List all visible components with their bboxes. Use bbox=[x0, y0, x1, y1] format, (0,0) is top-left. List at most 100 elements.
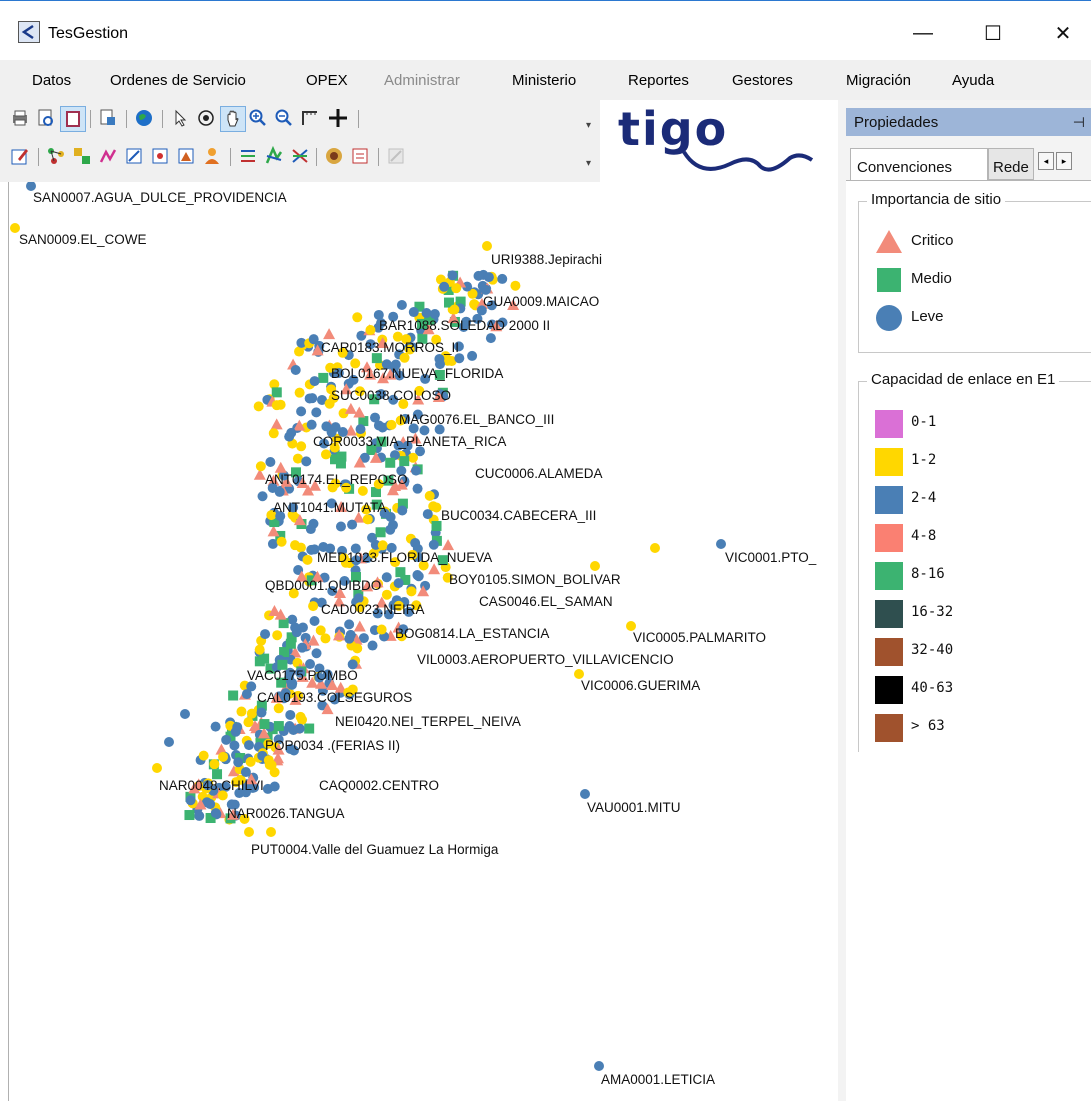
links-icon[interactable] bbox=[288, 144, 312, 168]
site-marker[interactable] bbox=[266, 827, 276, 837]
site-marker[interactable] bbox=[320, 449, 331, 460]
site-marker[interactable] bbox=[233, 757, 244, 768]
site-marker[interactable] bbox=[497, 273, 508, 284]
site-marker[interactable] bbox=[294, 387, 305, 398]
site-marker[interactable] bbox=[367, 640, 378, 651]
site-marker[interactable] bbox=[294, 723, 305, 734]
route-icon[interactable] bbox=[96, 144, 120, 168]
site-marker[interactable] bbox=[406, 586, 417, 597]
site-label[interactable]: NAR0048.CHILVI bbox=[159, 778, 264, 793]
site-marker[interactable] bbox=[467, 350, 478, 361]
site-marker[interactable] bbox=[320, 633, 331, 644]
site-marker[interactable] bbox=[439, 281, 450, 292]
site-label[interactable]: VIC0001.PTO_ bbox=[725, 550, 816, 565]
site-marker[interactable] bbox=[221, 734, 232, 745]
site-marker[interactable] bbox=[399, 456, 410, 467]
site-marker[interactable] bbox=[267, 538, 278, 549]
menu-gestores[interactable]: Gestores bbox=[732, 72, 793, 89]
site-marker[interactable] bbox=[290, 622, 301, 633]
site-marker[interactable] bbox=[393, 578, 404, 589]
site-marker[interactable] bbox=[424, 490, 435, 501]
site-marker[interactable] bbox=[257, 491, 268, 502]
site-marker[interactable] bbox=[377, 422, 388, 433]
site-label[interactable]: CUC0006.ALAMEDA bbox=[475, 466, 603, 481]
site-marker[interactable] bbox=[407, 452, 418, 463]
site-marker[interactable] bbox=[375, 527, 386, 538]
site-marker[interactable] bbox=[301, 456, 312, 467]
site-label[interactable]: NEI0420.NEI_TERPEL_NEIVA bbox=[335, 714, 521, 729]
site-marker[interactable] bbox=[650, 543, 660, 553]
add-node-icon[interactable] bbox=[70, 144, 94, 168]
site-marker[interactable] bbox=[295, 542, 306, 553]
site-marker[interactable] bbox=[308, 518, 319, 529]
menu-opex[interactable]: OPEX bbox=[306, 72, 348, 89]
site-label[interactable]: VAU0001.MITU bbox=[587, 800, 681, 815]
menu-ayuda[interactable]: Ayuda bbox=[952, 72, 994, 89]
site-marker[interactable] bbox=[385, 457, 396, 468]
target-icon[interactable] bbox=[194, 106, 218, 130]
site-marker[interactable] bbox=[431, 502, 442, 513]
site-label[interactable]: CAS0046.EL_SAMAN bbox=[479, 594, 613, 609]
site-marker[interactable] bbox=[209, 759, 220, 770]
site-marker[interactable] bbox=[302, 554, 313, 565]
site-marker[interactable] bbox=[185, 795, 196, 806]
site-label[interactable]: SAN0009.EL_COWE bbox=[19, 232, 147, 247]
site-marker[interactable] bbox=[285, 638, 296, 649]
site-marker[interactable] bbox=[210, 721, 221, 732]
site-marker[interactable] bbox=[229, 740, 240, 751]
site-marker[interactable] bbox=[184, 810, 195, 821]
site-label[interactable]: VIC0005.PALMARITO bbox=[633, 630, 766, 645]
site-label[interactable]: ANT0174.EL_REPOSO bbox=[265, 472, 408, 487]
menu-datos[interactable]: Datos bbox=[32, 72, 71, 89]
user-location-icon[interactable] bbox=[200, 144, 224, 168]
site-marker[interactable] bbox=[304, 393, 315, 404]
print-preview-icon[interactable] bbox=[34, 106, 58, 130]
site-marker[interactable] bbox=[397, 505, 408, 516]
site-label[interactable]: BUC0034.CABECERA_III bbox=[441, 508, 596, 523]
site-label[interactable]: MED1023.FLORIDA_NUEVA bbox=[317, 550, 492, 565]
site-marker[interactable] bbox=[228, 690, 239, 701]
edit-icon[interactable] bbox=[8, 144, 32, 168]
site-marker[interactable] bbox=[253, 401, 264, 412]
site-marker[interactable] bbox=[483, 272, 494, 283]
menu-ordenes-de-servicio[interactable]: Ordenes de Servicio bbox=[110, 72, 246, 89]
site-marker[interactable] bbox=[377, 540, 388, 551]
site-marker[interactable] bbox=[164, 737, 174, 747]
site-marker[interactable] bbox=[357, 485, 368, 496]
site-marker[interactable] bbox=[412, 483, 423, 494]
site-label[interactable]: MAG0076.EL_BANCO_III bbox=[399, 412, 554, 427]
site-marker[interactable] bbox=[428, 539, 439, 550]
tab-convenciones[interactable]: Convenciones bbox=[850, 148, 988, 180]
menu-ministerio[interactable]: Ministerio bbox=[512, 72, 576, 89]
site-marker[interactable] bbox=[194, 810, 205, 821]
site-marker[interactable] bbox=[422, 509, 433, 520]
tab-redes[interactable]: Rede bbox=[988, 148, 1034, 180]
site-label[interactable]: COR0033.VIA_PLANETA_RICA bbox=[313, 434, 506, 449]
site-marker[interactable] bbox=[473, 270, 484, 281]
export-icon[interactable] bbox=[96, 106, 120, 130]
print-icon[interactable] bbox=[8, 106, 32, 130]
site-marker[interactable] bbox=[318, 372, 329, 383]
site-marker[interactable] bbox=[482, 241, 492, 251]
site-label[interactable]: BOY0105.SIMON_BOLIVAR bbox=[449, 572, 621, 587]
site-marker[interactable] bbox=[451, 283, 462, 294]
site-marker[interactable] bbox=[309, 376, 320, 387]
site-label[interactable]: BAR1088.SOLEDAD 2000 II bbox=[379, 318, 550, 333]
site-label[interactable]: VAC0175.POMBO bbox=[247, 668, 358, 683]
site-label[interactable]: PUT0004.Valle del Guamuez La Hormiga bbox=[251, 842, 498, 857]
site-marker[interactable] bbox=[268, 604, 281, 616]
site-marker[interactable] bbox=[308, 601, 319, 612]
crosshair-icon[interactable] bbox=[326, 106, 350, 130]
select-area-icon[interactable] bbox=[122, 144, 146, 168]
minimize-button[interactable]: — bbox=[900, 15, 946, 51]
site-marker[interactable] bbox=[243, 717, 254, 728]
site-marker[interactable] bbox=[270, 418, 283, 430]
site-marker[interactable] bbox=[230, 726, 241, 737]
site-marker[interactable] bbox=[284, 431, 295, 442]
site-label[interactable]: URI9388.Jepirachi bbox=[491, 252, 602, 267]
link-icon[interactable] bbox=[236, 144, 260, 168]
site-marker[interactable] bbox=[254, 644, 265, 655]
site-marker[interactable] bbox=[590, 561, 600, 571]
site-marker[interactable] bbox=[335, 458, 346, 469]
site-marker[interactable] bbox=[296, 441, 307, 452]
